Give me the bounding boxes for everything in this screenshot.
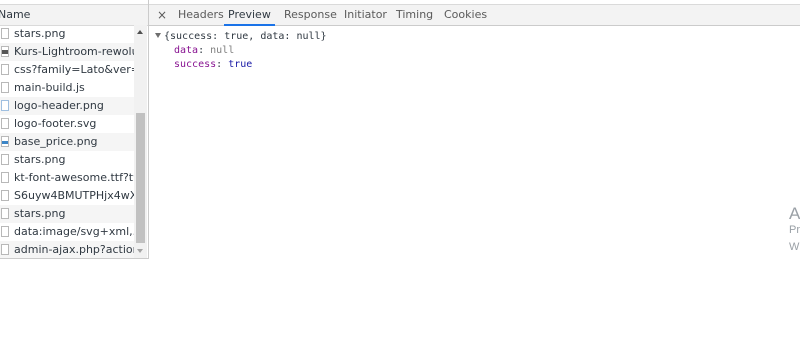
request-name: base_price.png bbox=[14, 135, 98, 148]
watermark-line-3: W bbox=[789, 241, 800, 253]
request-list-scrollbar[interactable] bbox=[134, 25, 147, 258]
request-row[interactable]: stars.png bbox=[0, 205, 134, 223]
request-row[interactable]: main-build.js bbox=[0, 79, 134, 97]
preview-summary-row[interactable]: {success: true, data: null} bbox=[155, 30, 327, 44]
image-file-icon bbox=[1, 118, 9, 129]
request-row[interactable]: base_price.png bbox=[0, 133, 134, 151]
detail-tab-bar: × Headers Preview Response Initiator Tim… bbox=[149, 4, 800, 26]
request-name: css?family=Lato&ver=159. bbox=[14, 63, 134, 76]
preview-property-row: success: true bbox=[174, 59, 253, 70]
request-row[interactable]: css?family=Lato&ver=159. bbox=[0, 61, 134, 79]
request-row[interactable]: stars.png bbox=[0, 151, 134, 169]
script-file-icon bbox=[1, 82, 9, 93]
request-rows: stars.png Kurs-Lightroom-rewolucja. css?… bbox=[0, 25, 134, 258]
document-file-icon bbox=[1, 244, 9, 255]
name-column-header[interactable]: Name bbox=[0, 4, 148, 26]
request-name: main-build.js bbox=[14, 81, 85, 94]
tab-preview[interactable]: Preview bbox=[224, 5, 275, 26]
tab-initiator[interactable]: Initiator bbox=[344, 5, 387, 25]
request-name: data:image/svg+xml,... bbox=[14, 225, 134, 238]
request-name: stars.png bbox=[14, 207, 66, 220]
request-row[interactable]: S6uyw4BMUTPHjx4wXg.w. bbox=[0, 187, 134, 205]
request-list-panel: Name stars.png Kurs-Lightroom-rewolucja.… bbox=[0, 0, 149, 259]
request-name: S6uyw4BMUTPHjx4wXg.w. bbox=[14, 189, 134, 202]
request-row[interactable]: data:image/svg+xml,... bbox=[0, 223, 134, 241]
property-key: data bbox=[174, 45, 199, 56]
tab-response[interactable]: Response bbox=[284, 5, 337, 25]
request-name: admin-ajax.php?action=sa bbox=[14, 243, 134, 256]
request-row[interactable]: Kurs-Lightroom-rewolucja. bbox=[0, 43, 134, 61]
tab-cookies[interactable]: Cookies bbox=[444, 5, 487, 25]
preview-pane: {success: true, data: null} data: null s… bbox=[155, 30, 327, 72]
scroll-down-arrow-icon[interactable] bbox=[137, 249, 143, 253]
font-file-icon bbox=[1, 172, 9, 183]
image-file-icon bbox=[1, 46, 9, 57]
tab-timing[interactable]: Timing bbox=[396, 5, 433, 25]
request-name: logo-footer.svg bbox=[14, 117, 97, 130]
watermark-line-1: A bbox=[789, 204, 800, 223]
request-name: logo-header.png bbox=[14, 99, 104, 112]
watermark-line-2: Pr bbox=[789, 224, 800, 236]
request-name: stars.png bbox=[14, 27, 66, 40]
request-row[interactable]: kt-font-awesome.ttf?t9jwa bbox=[0, 169, 134, 187]
activation-watermark: A Pr W bbox=[789, 205, 800, 256]
request-row[interactable]: stars.png bbox=[0, 25, 134, 43]
property-value: null bbox=[210, 45, 235, 56]
request-row-selected[interactable]: admin-ajax.php?action=sa bbox=[0, 241, 134, 258]
request-row[interactable]: logo-header.png bbox=[0, 97, 134, 115]
property-key: success bbox=[174, 59, 217, 70]
image-file-icon bbox=[1, 208, 9, 219]
image-file-icon bbox=[1, 28, 9, 39]
request-row[interactable]: logo-footer.svg bbox=[0, 115, 134, 133]
request-name: kt-font-awesome.ttf?t9jwa bbox=[14, 171, 134, 184]
image-file-icon bbox=[1, 154, 9, 165]
image-file-icon bbox=[1, 100, 9, 111]
scroll-up-arrow-icon[interactable] bbox=[137, 30, 143, 34]
property-value: true bbox=[228, 59, 253, 70]
image-file-icon bbox=[1, 226, 9, 237]
close-icon[interactable]: × bbox=[155, 6, 169, 24]
request-name: Kurs-Lightroom-rewolucja. bbox=[14, 45, 134, 58]
expand-triangle-icon[interactable] bbox=[155, 33, 161, 38]
font-file-icon bbox=[1, 190, 9, 201]
image-file-icon bbox=[1, 136, 9, 147]
preview-property-row: data: null bbox=[174, 45, 235, 56]
scrollbar-thumb[interactable] bbox=[136, 113, 145, 243]
stylesheet-file-icon bbox=[1, 64, 9, 75]
preview-summary: {success: true, data: null} bbox=[164, 31, 327, 42]
tab-headers[interactable]: Headers bbox=[178, 5, 224, 25]
request-name: stars.png bbox=[14, 153, 66, 166]
name-column-label: Name bbox=[0, 8, 31, 21]
